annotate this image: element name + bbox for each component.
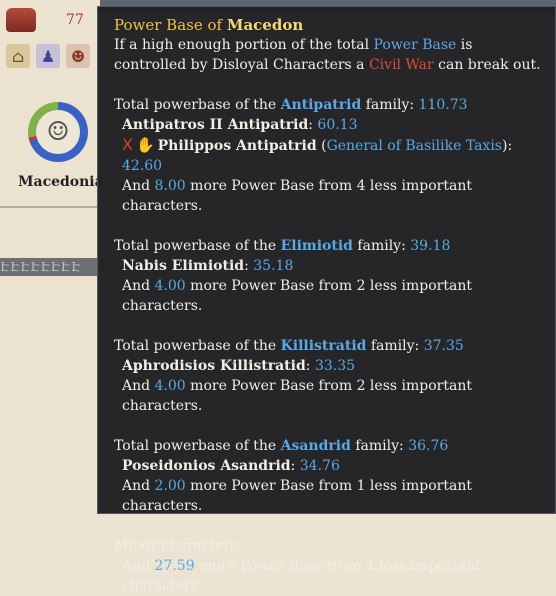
greek-key-pattern: ԷԷԷԷԷԷԷԷ [0,258,98,276]
character-name[interactable]: Nabis Elimiotid [122,258,244,274]
family-name[interactable]: Antipatrid [281,97,362,113]
theater-masks-icon: ☺ [36,110,80,154]
office-link[interactable]: General of Basilike Taxis [327,138,502,154]
civil-war-link[interactable]: Civil War [369,57,434,73]
family-icon[interactable]: ☻ [66,44,90,68]
family-killistratid: Total powerbase of the Killistratid fami… [114,338,472,414]
tooltip-intro: If a high enough portion of the total Po… [114,37,541,73]
temple-icon[interactable]: ⌂ [6,44,30,68]
character-icon[interactable]: ♟ [36,44,60,68]
power-base-tooltip: Power Base of Macedon If a high enough p… [97,6,556,594]
family-name[interactable]: Killistratid [281,338,367,354]
country-name: Macedonia [18,174,104,190]
family-name[interactable]: Asandrid [281,438,351,454]
character-name[interactable]: Poseidonios Asandrid [122,458,291,474]
disloyal-x-icon: X [122,135,133,154]
country-emblem[interactable]: ☺ [28,102,88,162]
family-antipatrid: Total powerbase of the Antipatrid family… [114,97,513,214]
character-name[interactable]: Philippos Antipatrid [158,138,317,154]
icon-row: ⌂ ♟ ☻ [6,44,90,68]
population-icon[interactable] [6,8,36,32]
family-name[interactable]: Elimiotid [281,238,353,254]
power-base-link[interactable]: Power Base [374,37,457,53]
minor-label: Minor characters: [114,538,242,554]
tooltip-title: Power Base of Macedon [114,16,304,34]
character-name[interactable]: Antipatros II Antipatrid [122,117,308,133]
population-value: 77 [66,12,84,28]
divider [0,206,98,208]
raised-hand-icon: ✋ [135,136,155,154]
family-elimiotid: Total powerbase of the Elimiotid family:… [114,238,472,314]
minor-characters: Minor characters: And 27.59 more Power B… [114,536,545,596]
character-name[interactable]: Aphrodisios Killistratid [122,358,306,374]
family-asandrid: Total powerbase of the Asandrid family: … [114,438,472,514]
